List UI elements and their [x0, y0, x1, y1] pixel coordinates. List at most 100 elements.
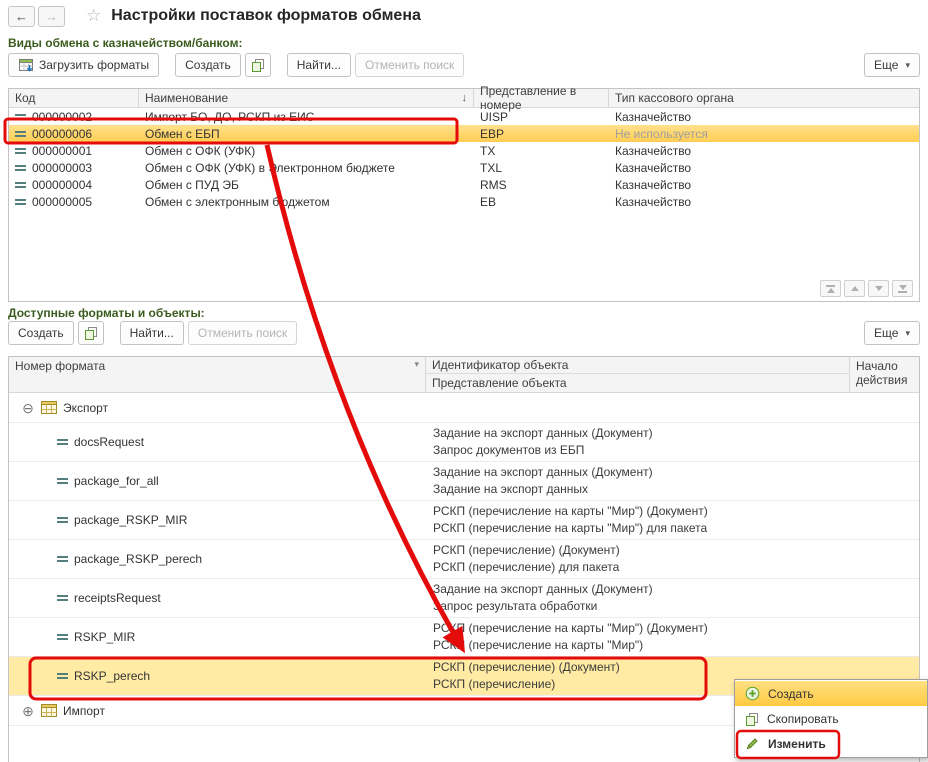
- scroll-down-button[interactable]: [868, 280, 889, 297]
- format-row[interactable]: package_RSKP_MIR РСКП (перечисление на к…: [9, 501, 919, 540]
- collapse-icon[interactable]: ⊖: [21, 401, 35, 415]
- scroll-first-button[interactable]: [820, 280, 841, 297]
- cell-code: 000000006: [32, 127, 92, 141]
- list-item-icon: [57, 438, 68, 446]
- cell-cash-org-type: Казначейство: [609, 108, 919, 125]
- format-row[interactable]: package_for_all Задание на экспорт данны…: [9, 462, 919, 501]
- col-object-repr[interactable]: Представление объекта: [426, 374, 849, 391]
- copy-icon: [745, 712, 759, 726]
- col-start-date-label: Начало действия: [856, 359, 907, 387]
- col-code-label: Код: [15, 91, 35, 105]
- cell-number-repr: EBP: [474, 125, 609, 142]
- cell-number-repr: TXL: [474, 159, 609, 176]
- format-name: package_RSKP_perech: [74, 552, 202, 566]
- col-name-label: Наименование: [145, 91, 228, 105]
- triangle-up-icon: [827, 288, 835, 293]
- start-date-cell: [850, 423, 919, 461]
- col-code[interactable]: Код: [9, 89, 139, 107]
- col-number-repr[interactable]: Представление в номере: [474, 89, 609, 107]
- find-button[interactable]: Найти...: [287, 53, 351, 77]
- group-label: Экспорт: [63, 401, 108, 415]
- format-row[interactable]: docsRequest Задание на экспорт данных (Д…: [9, 423, 919, 462]
- exchange-kinds-section-label: Виды обмена с казначейством/банком:: [8, 36, 242, 50]
- create-button[interactable]: Создать: [8, 321, 74, 345]
- load-formats-button[interactable]: Загрузить форматы: [8, 53, 159, 77]
- cell-number-repr: EB: [474, 193, 609, 210]
- object-id: РСКП (перечисление на карты "Мир") (Доку…: [433, 504, 850, 519]
- list-pager: [820, 280, 913, 297]
- table-row[interactable]: 000000005 Обмен с электронным бюджетом E…: [9, 193, 919, 210]
- create-label: Создать: [185, 58, 231, 72]
- format-row[interactable]: receiptsRequest Задание на экспорт данны…: [9, 579, 919, 618]
- menu-item-create[interactable]: Создать: [735, 681, 927, 706]
- table-row-selected[interactable]: 000000006 Обмен с ЕБП EBP Не используетс…: [9, 125, 919, 142]
- cell-name: Импорт БО, ДО, РСКП из ЕИС: [139, 108, 474, 125]
- format-row[interactable]: package_RSKP_perech РСКП (перечисление) …: [9, 540, 919, 579]
- scroll-up-button[interactable]: [844, 280, 865, 297]
- format-name: RSKP_perech: [74, 669, 150, 683]
- cancel-search-label: Отменить поиск: [198, 326, 287, 340]
- cell-code: 000000002: [32, 110, 92, 124]
- more-button[interactable]: Еще ▾: [864, 53, 920, 77]
- more-label: Еще: [874, 58, 898, 72]
- chevron-down-icon: ▾: [905, 328, 910, 339]
- create-button[interactable]: Создать: [175, 53, 241, 77]
- object-id: Задание на экспорт данных (Документ): [433, 582, 850, 597]
- table-row[interactable]: 000000001 Обмен с ОФК (УФК) TX Казначейс…: [9, 142, 919, 159]
- start-date-cell: [850, 462, 919, 500]
- copy-button[interactable]: [78, 321, 104, 345]
- col-format-number-label: Номер формата: [15, 359, 105, 373]
- cancel-search-label: Отменить поиск: [365, 58, 454, 72]
- list-item-icon: [15, 181, 26, 189]
- table-row[interactable]: 000000003 Обмен с ОФК (УФК) в Электронно…: [9, 159, 919, 176]
- forward-button[interactable]: →: [38, 6, 65, 27]
- cell-name: Обмен с ЕБП: [139, 125, 474, 142]
- expand-icon[interactable]: ⊕: [21, 704, 35, 718]
- triangle-down-icon: [875, 286, 883, 291]
- scroll-last-button[interactable]: [892, 280, 913, 297]
- chevron-down-icon: ▾: [905, 60, 910, 71]
- page-title: Настройки поставок форматов обмена: [111, 7, 421, 25]
- col-cash-org-type[interactable]: Тип кассового органа: [609, 89, 919, 107]
- col-name[interactable]: Наименование ↓: [139, 89, 474, 107]
- cell-code: 000000001: [32, 144, 92, 158]
- cell-number-repr: RMS: [474, 176, 609, 193]
- cell-name: Обмен с ОФК (УФК): [139, 142, 474, 159]
- sort-icon: ▾: [414, 359, 419, 370]
- copy-icon: [251, 58, 265, 72]
- format-name: RSKP_MIR: [74, 630, 135, 644]
- format-row[interactable]: RSKP_MIR РСКП (перечисление на карты "Ми…: [9, 618, 919, 657]
- favorite-star-icon[interactable]: ☆: [86, 6, 101, 26]
- back-button[interactable]: ←: [8, 6, 35, 27]
- more-button[interactable]: Еще ▾: [864, 321, 920, 345]
- find-button[interactable]: Найти...: [120, 321, 184, 345]
- col-format-number[interactable]: Номер формата ▾: [9, 357, 426, 392]
- col-object-id-label: Идентификатор объекта: [432, 358, 568, 372]
- pencil-icon: [745, 736, 760, 751]
- object-repr: Запрос результата обработки: [433, 599, 850, 614]
- folder-table-icon: [41, 704, 57, 717]
- cell-code: 000000005: [32, 195, 92, 209]
- cancel-search-button[interactable]: Отменить поиск: [355, 53, 464, 77]
- object-id: Задание на экспорт данных (Документ): [433, 426, 850, 441]
- col-object-repr-label: Представление объекта: [432, 376, 567, 390]
- col-object-id[interactable]: Идентификатор объекта: [426, 357, 849, 374]
- cell-name: Обмен с ПУД ЭБ: [139, 176, 474, 193]
- triangle-up-icon: [851, 286, 859, 291]
- list-item-icon: [57, 633, 68, 641]
- table-row[interactable]: 000000002 Импорт БО, ДО, РСКП из ЕИС UIS…: [9, 108, 919, 125]
- plus-icon: [745, 686, 760, 701]
- col-start-date[interactable]: Начало действия: [850, 357, 919, 392]
- formats-section-label: Доступные форматы и объекты:: [8, 306, 205, 320]
- object-id: РСКП (перечисление) (Документ): [433, 543, 850, 558]
- menu-item-copy[interactable]: Скопировать: [735, 706, 927, 731]
- triangle-down-icon: [899, 285, 907, 290]
- copy-icon: [84, 326, 98, 340]
- copy-button[interactable]: [245, 53, 271, 77]
- cancel-search-button[interactable]: Отменить поиск: [188, 321, 297, 345]
- menu-item-edit[interactable]: Изменить: [735, 731, 927, 756]
- table-row[interactable]: 000000004 Обмен с ПУД ЭБ RMS Казначейств…: [9, 176, 919, 193]
- list-item-icon: [57, 594, 68, 602]
- find-label: Найти...: [297, 58, 341, 72]
- tree-group-export[interactable]: ⊖ Экспорт: [9, 393, 919, 423]
